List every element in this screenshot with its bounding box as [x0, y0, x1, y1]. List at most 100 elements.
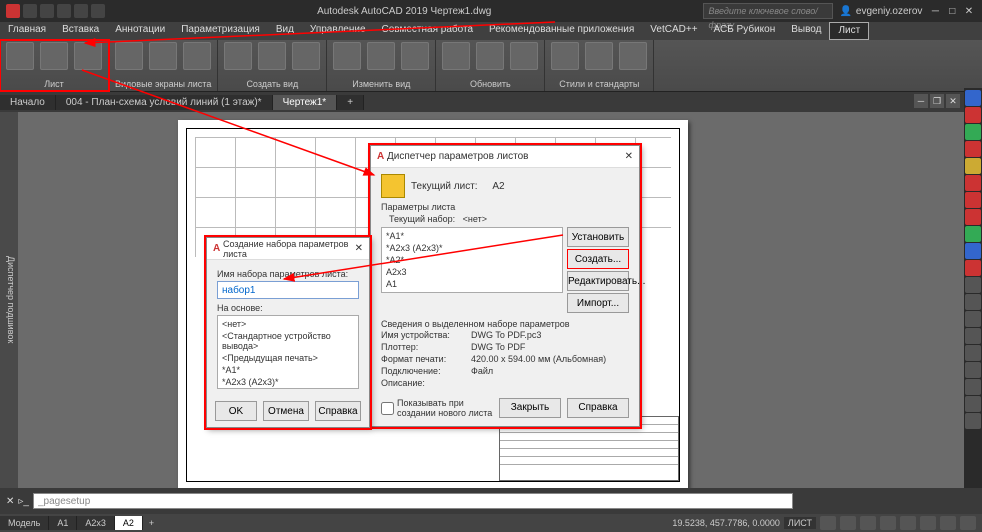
anno-scale-icon[interactable] [920, 516, 936, 530]
ribbon-tab-Вид[interactable]: Вид [268, 22, 302, 40]
new-tab-icon[interactable]: + [337, 95, 364, 110]
ribbon-tab-Управление[interactable]: Управление [302, 22, 374, 40]
ribbon-button-icon[interactable] [551, 42, 579, 70]
qat-open-icon[interactable] [40, 4, 54, 18]
ribbon-button-icon[interactable] [476, 42, 504, 70]
palette-tool-icon[interactable] [965, 175, 981, 191]
polar-toggle-icon[interactable] [880, 516, 896, 530]
list-item[interactable]: *A2x3 (A2x3)* [384, 242, 560, 254]
ribbon-tab-Рекомендованные приложения[interactable]: Рекомендованные приложения [481, 22, 642, 40]
pagesetup-list[interactable]: *A1**A2x3 (A2x3)**A2*A2x3A1 [381, 227, 563, 293]
ribbon-button-icon[interactable] [367, 42, 395, 70]
ribbon-button-icon[interactable] [442, 42, 470, 70]
close-icon[interactable]: ✕ [355, 243, 363, 254]
list-item[interactable]: *A2* [384, 254, 560, 266]
qat-save-icon[interactable] [57, 4, 71, 18]
checkbox-input[interactable] [381, 402, 394, 415]
ribbon-tab-Параметризация[interactable]: Параметризация [173, 22, 268, 40]
palette-tool-icon[interactable] [965, 192, 981, 208]
palette-tool-icon[interactable] [965, 107, 981, 123]
ribbon-tab-АСБ Рубикон[interactable]: АСБ Рубикон [706, 22, 784, 40]
ribbon-button-icon[interactable] [510, 42, 538, 70]
list-item[interactable]: *A1* [220, 364, 356, 376]
ribbon-button-icon[interactable] [619, 42, 647, 70]
snap-toggle-icon[interactable] [840, 516, 856, 530]
palette-tool-icon[interactable] [965, 379, 981, 395]
command-input[interactable] [33, 493, 793, 509]
help-button[interactable]: Справка [315, 401, 361, 421]
ribbon-button-icon[interactable] [183, 42, 211, 70]
list-item[interactable]: <нет> [220, 318, 356, 330]
palette-tool-icon[interactable] [965, 209, 981, 225]
palette-tool-icon[interactable] [965, 345, 981, 361]
osnap-toggle-icon[interactable] [900, 516, 916, 530]
qat-redo-icon[interactable] [91, 4, 105, 18]
close-button[interactable]: Закрыть [499, 398, 561, 418]
palette-tool-icon[interactable] [965, 311, 981, 327]
ribbon-button-icon[interactable] [74, 42, 102, 70]
sheetset-palette-tab[interactable]: Диспетчер подшивок [0, 112, 18, 488]
ribbon-button-icon[interactable] [6, 42, 34, 70]
file-tab[interactable]: Чертеж1* [273, 95, 338, 110]
palette-tool-icon[interactable] [965, 362, 981, 378]
ribbon-button-icon[interactable] [115, 42, 143, 70]
based-on-list[interactable]: <нет><Стандартное устройство вывода><Пре… [217, 315, 359, 389]
layout-tab[interactable]: A2x3 [77, 516, 115, 530]
add-layout-icon[interactable]: + [143, 518, 160, 528]
close-icon[interactable]: ✕ [625, 151, 633, 162]
ribbon-tab-VetCAD++[interactable]: VetCAD++ [642, 22, 705, 40]
import-button[interactable]: Импорт... [567, 293, 629, 313]
file-tab[interactable]: Начало [0, 95, 56, 110]
show-on-new-checkbox[interactable]: Показывать при создании нового листа [381, 398, 493, 418]
palette-tool-icon[interactable] [965, 294, 981, 310]
list-item[interactable]: <Предыдущая печать> [220, 352, 356, 364]
ribbon-button-icon[interactable] [258, 42, 286, 70]
palette-tool-icon[interactable] [965, 90, 981, 106]
dialog-titlebar[interactable]: A Создание набора параметров листа ✕ [207, 238, 369, 260]
ribbon-button-icon[interactable] [585, 42, 613, 70]
ribbon-tab-Вывод[interactable]: Вывод [783, 22, 829, 40]
list-item[interactable]: <Стандартное устройство вывода> [220, 330, 356, 352]
palette-tool-icon[interactable] [965, 328, 981, 344]
help-button[interactable]: Справка [567, 398, 629, 418]
ribbon-tab-Главная[interactable]: Главная [0, 22, 54, 40]
user-menu[interactable]: 👤 evgeniy.ozerov [839, 6, 922, 17]
file-tab[interactable]: 004 - План-схема условий линий (1 этаж)* [56, 95, 273, 110]
palette-tool-icon[interactable] [965, 158, 981, 174]
command-line[interactable]: ✕ ▹_ [0, 488, 982, 514]
palette-tool-icon[interactable] [965, 277, 981, 293]
palette-tool-icon[interactable] [965, 124, 981, 140]
search-input[interactable]: Введите ключевое слово/фразу [703, 3, 833, 19]
doc-restore-icon[interactable]: ❐ [930, 94, 944, 108]
space-mode[interactable]: ЛИСТ [784, 517, 816, 529]
layout-tab[interactable]: A2 [115, 516, 143, 530]
ribbon-button-icon[interactable] [292, 42, 320, 70]
app-menu-icon[interactable] [6, 4, 20, 18]
list-item[interactable]: A1 [384, 278, 560, 290]
palette-tool-icon[interactable] [965, 260, 981, 276]
ribbon-tab-Вставка[interactable]: Вставка [54, 22, 107, 40]
grid-toggle-icon[interactable] [820, 516, 836, 530]
layout-tab[interactable]: A1 [49, 516, 77, 530]
ok-button[interactable]: OK [215, 401, 257, 421]
palette-tool-icon[interactable] [965, 141, 981, 157]
layout-tab[interactable]: Модель [0, 516, 49, 530]
name-input[interactable] [217, 281, 359, 299]
ribbon-tab-Аннотации[interactable]: Аннотации [107, 22, 173, 40]
close-panel-icon[interactable]: ✕ [6, 496, 14, 507]
clean-screen-icon[interactable] [960, 516, 976, 530]
ribbon-button-icon[interactable] [149, 42, 177, 70]
palette-tool-icon[interactable] [965, 243, 981, 259]
ortho-toggle-icon[interactable] [860, 516, 876, 530]
doc-close-icon[interactable]: ✕ [946, 94, 960, 108]
palette-tool-icon[interactable] [965, 226, 981, 242]
qat-new-icon[interactable] [23, 4, 37, 18]
ribbon-button-icon[interactable] [224, 42, 252, 70]
ribbon-tab-Совместная работа[interactable]: Совместная работа [374, 22, 482, 40]
list-item[interactable]: *A1* [384, 230, 560, 242]
ribbon-button-icon[interactable] [333, 42, 361, 70]
close-icon[interactable]: ✕ [962, 6, 976, 17]
doc-minimize-icon[interactable]: ─ [914, 94, 928, 108]
palette-tool-icon[interactable] [965, 396, 981, 412]
ribbon-button-icon[interactable] [40, 42, 68, 70]
